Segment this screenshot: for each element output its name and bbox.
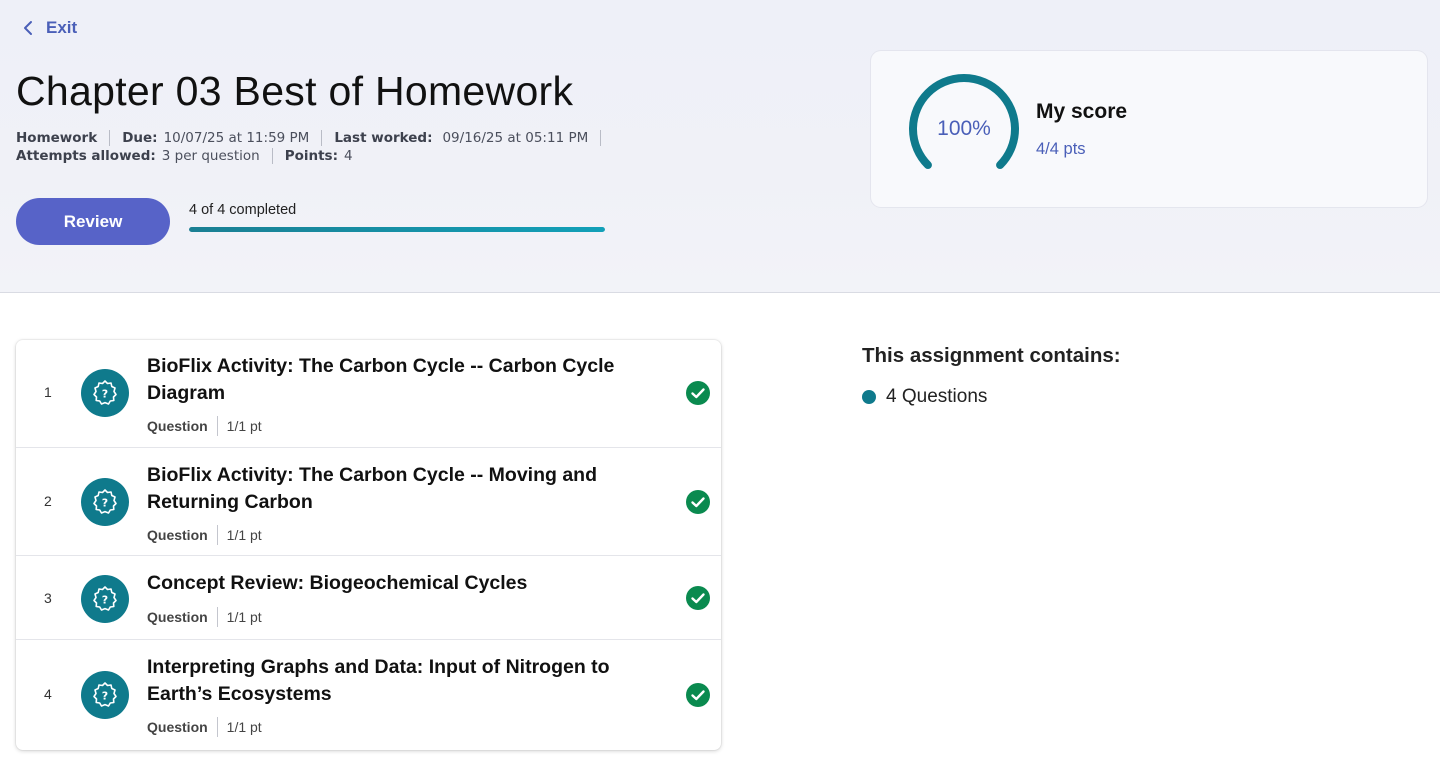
meta-divider: [109, 130, 111, 146]
question-type: Question: [147, 418, 208, 434]
question-number: 4: [44, 686, 52, 702]
question-points: 1/1 pt: [226, 609, 262, 625]
meta-divider: [216, 416, 218, 436]
meta-divider: [271, 148, 273, 164]
question-meta: Question 1/1 pt: [147, 416, 262, 436]
meta-divider: [216, 525, 218, 545]
svg-text:?: ?: [102, 690, 108, 703]
question-type: Question: [147, 527, 208, 543]
check-circle-icon: [686, 490, 710, 514]
score-points: 4/4 pts: [1036, 140, 1086, 158]
question-number: 2: [44, 493, 52, 509]
question-number: 1: [44, 384, 52, 400]
question-item[interactable]: 1 ? BioFlix Activity: The Carbon Cycle -…: [16, 340, 721, 448]
chevron-left-icon: [24, 21, 32, 35]
review-button[interactable]: Review: [16, 198, 170, 245]
bullet-dot-icon: [862, 390, 876, 404]
points-label: Points:: [284, 148, 338, 164]
score-percent: 100%: [937, 117, 991, 140]
question-item[interactable]: 4 ? Interpreting Graphs and Data: Input …: [16, 640, 721, 750]
question-number: 3: [44, 590, 52, 606]
question-list: 1 ? BioFlix Activity: The Carbon Cycle -…: [16, 340, 721, 750]
meta-divider: [321, 130, 323, 146]
last-worked-value: 09/16/25 at 05:11 PM: [442, 130, 589, 146]
question-type: Question: [147, 719, 208, 735]
question-title: Concept Review: Biogeochemical Cycles: [147, 572, 528, 594]
assignment-type: Homework: [16, 130, 98, 146]
assignment-meta: Homework Due: 10/07/25 at 11:59 PM Last …: [16, 129, 613, 165]
attempts-value: 3 per question: [161, 148, 260, 164]
question-type: Question: [147, 609, 208, 625]
question-points: 1/1 pt: [226, 719, 262, 735]
svg-text:?: ?: [102, 497, 108, 510]
page-title: Chapter 03 Best of Homework: [16, 68, 574, 114]
svg-text:?: ?: [102, 388, 108, 401]
question-points: 1/1 pt: [226, 418, 262, 434]
meta-divider: [600, 130, 602, 146]
question-points: 1/1 pt: [226, 527, 262, 543]
check-circle-icon: [686, 381, 710, 405]
assignment-header: Exit Chapter 03 Best of Homework Homewor…: [0, 0, 1440, 293]
score-card: 100% My score 4/4 pts: [871, 51, 1427, 207]
attempts-label: Attempts allowed:: [16, 148, 156, 164]
due-value: 10/07/25 at 11:59 PM: [163, 130, 310, 146]
points-value: 4: [343, 148, 353, 164]
question-title: BioFlix Activity: The Carbon Cycle -- Mo…: [147, 464, 597, 513]
question-item[interactable]: 3 ? Concept Review: Biogeochemical Cycle…: [16, 556, 721, 640]
check-circle-icon: [686, 683, 710, 707]
check-circle-icon: [686, 586, 710, 610]
contains-title: This assignment contains:: [862, 344, 1121, 367]
question-badge-icon: ?: [81, 369, 129, 417]
meta-line-2: Attempts allowed: 3 per question Points:…: [16, 147, 613, 165]
meta-line-1: Homework Due: 10/07/25 at 11:59 PM Last …: [16, 129, 613, 147]
svg-text:?: ?: [102, 594, 108, 607]
progress-label: 4 of 4 completed: [189, 202, 297, 218]
question-title: Interpreting Graphs and Data: Input of N…: [147, 656, 610, 705]
due-label: Due:: [122, 130, 158, 146]
question-meta: Question 1/1 pt: [147, 607, 262, 627]
exit-link[interactable]: Exit: [20, 18, 77, 38]
question-badge-icon: ?: [81, 671, 129, 719]
question-meta: Question 1/1 pt: [147, 525, 262, 545]
progress-fill: [189, 227, 605, 232]
progress-bar: [189, 227, 605, 232]
score-title: My score: [1036, 100, 1128, 123]
exit-label: Exit: [46, 18, 78, 37]
question-badge-icon: ?: [81, 575, 129, 623]
meta-divider: [216, 717, 218, 737]
question-meta: Question 1/1 pt: [147, 717, 262, 737]
question-item[interactable]: 2 ? BioFlix Activity: The Carbon Cycle -…: [16, 448, 721, 556]
meta-divider: [216, 607, 218, 627]
last-worked-label: Last worked:: [334, 130, 433, 146]
question-title: BioFlix Activity: The Carbon Cycle -- Ca…: [147, 355, 615, 404]
contains-item: 4 Questions: [862, 386, 987, 408]
contains-item-label: 4 Questions: [886, 386, 988, 407]
question-badge-icon: ?: [81, 478, 129, 526]
